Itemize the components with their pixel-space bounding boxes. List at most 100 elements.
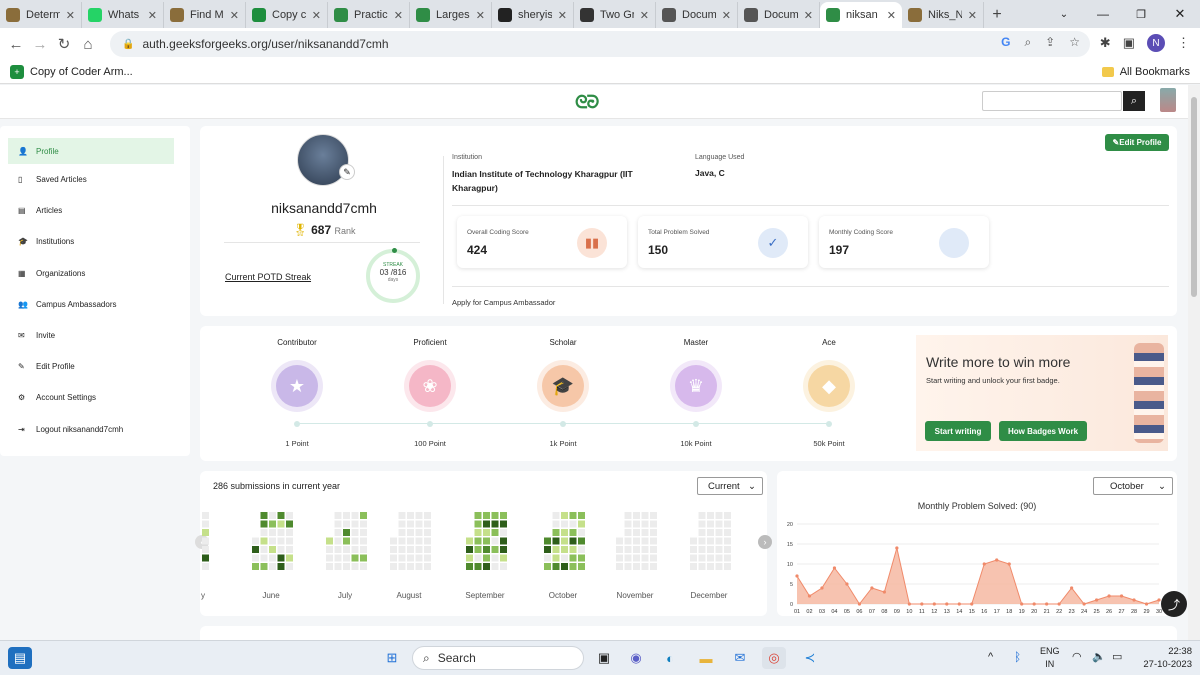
heatmap-cell[interactable] xyxy=(202,554,209,562)
heatmap-cell[interactable] xyxy=(466,546,473,553)
heatmap-cell[interactable] xyxy=(561,563,568,570)
heatmap-cell[interactable] xyxy=(650,520,657,528)
heatmap-cell[interactable] xyxy=(491,512,499,519)
heatmap-cell[interactable] xyxy=(343,537,350,545)
heatmap-cell[interactable] xyxy=(269,512,276,519)
heatmap-cell[interactable] xyxy=(415,537,423,545)
heatmap-cell[interactable] xyxy=(277,512,285,519)
heatmap-cell[interactable] xyxy=(544,563,551,570)
month-select[interactable]: October ⌄ xyxy=(1093,477,1173,495)
heatmap-cell[interactable] xyxy=(424,563,431,570)
heatmap-cell[interactable] xyxy=(500,546,507,553)
sidebar-item[interactable]: ⚙ Account Settings xyxy=(0,382,190,413)
tray-chevron-icon[interactable]: ^ xyxy=(988,651,993,663)
share-icon[interactable]: ⇪ xyxy=(1045,35,1055,50)
heatmap-cell[interactable] xyxy=(260,520,268,528)
site-info-icon[interactable]: 🔒 xyxy=(122,39,134,50)
heatmap-cell[interactable] xyxy=(552,520,560,528)
heatmap-cell[interactable] xyxy=(500,520,507,528)
heatmap-cell[interactable] xyxy=(415,554,423,562)
heatmap-cell[interactable] xyxy=(552,554,560,562)
heatmap-cell[interactable] xyxy=(260,546,268,553)
heatmap-cell[interactable] xyxy=(561,554,568,562)
heatmap-cell[interactable] xyxy=(277,546,285,553)
heatmap-cell[interactable] xyxy=(343,563,350,570)
heatmap-cell[interactable] xyxy=(424,520,431,528)
heatmap-cell[interactable] xyxy=(641,512,649,519)
heatmap-cell[interactable] xyxy=(707,520,714,528)
heatmap-cell[interactable] xyxy=(724,529,731,536)
heatmap-cell[interactable] xyxy=(360,537,367,545)
heatmap-cell[interactable] xyxy=(569,546,577,553)
heatmap-cell[interactable] xyxy=(415,529,423,536)
heatmap-cell[interactable] xyxy=(624,546,632,553)
profile-avatar[interactable]: N xyxy=(1147,34,1165,52)
heatmap-cell[interactable] xyxy=(466,554,473,562)
heatmap-cell[interactable] xyxy=(500,537,507,545)
heatmap-cell[interactable] xyxy=(500,512,507,519)
heatmap-cell[interactable] xyxy=(269,554,276,562)
heatmap-cell[interactable] xyxy=(286,554,293,562)
heatmap-cell[interactable] xyxy=(286,546,293,553)
browser-tab[interactable]: Find M ✕ xyxy=(164,2,246,28)
heatmap-cell[interactable] xyxy=(466,537,473,545)
close-window-button[interactable]: ✕ xyxy=(1160,6,1200,22)
heatmap-cell[interactable] xyxy=(491,529,499,536)
heatmap-cell[interactable] xyxy=(415,512,423,519)
heatmap-cell[interactable] xyxy=(286,529,293,536)
heatmap-cell[interactable] xyxy=(398,529,406,536)
heatmap-cell[interactable] xyxy=(624,520,632,528)
url-bar[interactable]: 🔒 auth.geeksforgeeks.org/user/niksanandd… xyxy=(110,31,1090,57)
heatmap-cell[interactable] xyxy=(326,554,333,562)
heatmap-cell[interactable] xyxy=(334,520,342,528)
heatmap-cell[interactable] xyxy=(202,537,209,545)
heatmap-cell[interactable] xyxy=(650,537,657,545)
heatmap-cell[interactable] xyxy=(624,537,632,545)
heatmap-cell[interactable] xyxy=(360,563,367,570)
scrollbar-thumb[interactable] xyxy=(1191,97,1197,297)
all-bookmarks[interactable]: All Bookmarks xyxy=(1101,66,1190,78)
heatmap-cell[interactable] xyxy=(334,554,342,562)
heatmap-cell[interactable] xyxy=(343,546,350,553)
heatmap-cell[interactable] xyxy=(474,563,482,570)
sidebar-item[interactable]: ⇥ Logout niksanandd7cmh xyxy=(0,414,190,445)
how-badges-work-button[interactable]: How Badges Work xyxy=(999,421,1087,441)
heatmap-cell[interactable] xyxy=(633,554,640,562)
heatmap-cell[interactable] xyxy=(561,546,568,553)
heatmap-cell[interactable] xyxy=(351,512,359,519)
heatmap-cell[interactable] xyxy=(552,563,560,570)
heatmap-cell[interactable] xyxy=(260,529,268,536)
close-tab-icon[interactable]: ✕ xyxy=(394,9,403,22)
close-tab-icon[interactable]: ✕ xyxy=(722,9,731,22)
heatmap-cell[interactable] xyxy=(715,537,723,545)
sidebar-item[interactable]: ▤ Articles xyxy=(0,195,190,226)
heatmap-cell[interactable] xyxy=(286,563,293,570)
heatmap-cell[interactable] xyxy=(407,537,414,545)
heatmap-cell[interactable] xyxy=(474,529,482,536)
heatmap-cell[interactable] xyxy=(561,529,568,536)
heatmap-cell[interactable] xyxy=(715,529,723,536)
heatmap-cell[interactable] xyxy=(552,529,560,536)
heatmap-cell[interactable] xyxy=(633,529,640,536)
browser-tab[interactable]: Docum ✕ xyxy=(656,2,738,28)
browser-tab[interactable]: Practic ✕ xyxy=(328,2,410,28)
heatmap-cell[interactable] xyxy=(707,529,714,536)
heatmap-next-button[interactable]: › xyxy=(758,535,772,549)
close-tab-icon[interactable]: ✕ xyxy=(148,9,157,22)
heatmap-cell[interactable] xyxy=(483,520,490,528)
heatmap-cell[interactable] xyxy=(398,520,406,528)
heatmap-cell[interactable] xyxy=(698,512,706,519)
close-tab-icon[interactable]: ✕ xyxy=(640,9,649,22)
close-tab-icon[interactable]: ✕ xyxy=(66,9,75,22)
heatmap-cell[interactable] xyxy=(650,554,657,562)
heatmap-cell[interactable] xyxy=(633,520,640,528)
start-writing-button[interactable]: Start writing xyxy=(925,421,991,441)
heatmap-cell[interactable] xyxy=(561,537,568,545)
heatmap-cell[interactable] xyxy=(650,563,657,570)
browser-tab[interactable]: Niks_N ✕ xyxy=(902,2,984,28)
heatmap-cell[interactable] xyxy=(624,554,632,562)
heatmap-cell[interactable] xyxy=(578,546,585,553)
heatmap-cell[interactable] xyxy=(641,529,649,536)
heatmap-cell[interactable] xyxy=(552,512,560,519)
clock[interactable]: 22:38 27-10-2023 xyxy=(1130,645,1192,671)
